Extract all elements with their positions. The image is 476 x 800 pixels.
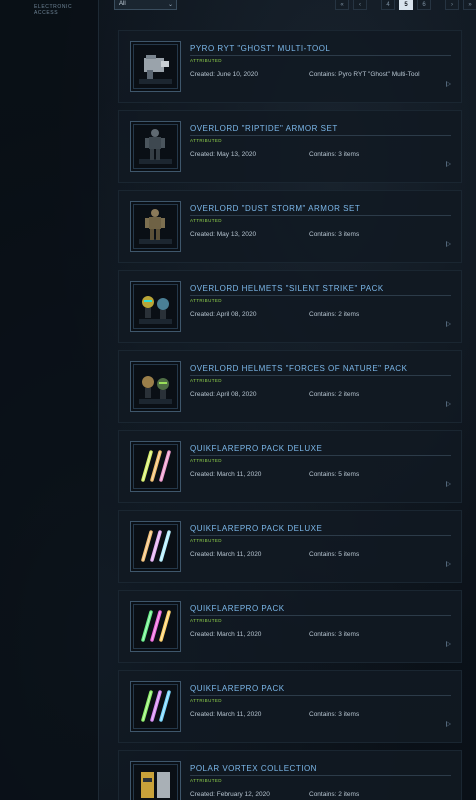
- attributed-badge: ATTRIBUTED: [190, 218, 222, 223]
- contains-info: Contains: 3 items: [309, 231, 360, 238]
- pagination: « ‹ 4 5 6 › »: [335, 0, 476, 11]
- divider: [190, 695, 451, 696]
- play-arrow-icon[interactable]: [446, 321, 451, 327]
- page-button-4[interactable]: 4: [381, 0, 395, 10]
- item-card[interactable]: QUIKFLAREPRO PACK DELUXE ATTRIBUTED Create…: [118, 430, 462, 503]
- item-title[interactable]: QUIKFLAREPRO PACK: [190, 604, 285, 613]
- divider: [190, 535, 451, 536]
- divider: [190, 455, 451, 456]
- item-list: PYRO RYT "GHOST" MULTI-TOOL ATTRIBUTED Cre…: [118, 30, 462, 800]
- created-date: Created: April 08, 2020: [190, 391, 257, 398]
- attributed-badge: ATTRIBUTED: [190, 378, 222, 383]
- attributed-badge: ATTRIBUTED: [190, 298, 222, 303]
- item-thumbnail[interactable]: [130, 201, 181, 252]
- item-card[interactable]: POLAR VORTEX COLLECTION ATTRIBUTED Created…: [118, 750, 462, 800]
- contains-info: Contains: 3 items: [309, 711, 360, 718]
- filter-value: All: [119, 1, 126, 7]
- pagination-spacer: [435, 0, 441, 10]
- attributed-badge: ATTRIBUTED: [190, 538, 222, 543]
- item-thumbnail[interactable]: [130, 601, 181, 652]
- item-thumbnail[interactable]: [130, 761, 181, 800]
- item-card[interactable]: OVERLORD "DUST STORM" ARMOR SET ATTRIBUTE…: [118, 190, 462, 263]
- divider: [190, 215, 451, 216]
- created-date: Created: June 10, 2020: [190, 71, 258, 78]
- contains-info: Contains: 2 items: [309, 391, 360, 398]
- item-thumbnail[interactable]: [130, 121, 181, 172]
- last-page-button[interactable]: »: [463, 0, 476, 10]
- created-date: Created: March 11, 2020: [190, 711, 262, 718]
- item-title[interactable]: OVERLORD "DUST STORM" ARMOR SET: [190, 204, 360, 213]
- item-thumbnail[interactable]: [130, 41, 181, 92]
- play-arrow-icon[interactable]: [446, 721, 451, 727]
- item-title[interactable]: PYRO RYT "GHOST" MULTI-TOOL: [190, 44, 330, 53]
- item-card[interactable]: OVERLORD "RIPTIDE" ARMOR SET ATTRIBUTED Cr…: [118, 110, 462, 183]
- page-button-6[interactable]: 6: [417, 0, 431, 10]
- divider: [190, 375, 451, 376]
- divider: [190, 775, 451, 776]
- next-page-button[interactable]: ›: [445, 0, 459, 10]
- item-title[interactable]: QUIKFLAREPRO PACK DELUXE: [190, 524, 322, 533]
- created-date: Created: May 13, 2020: [190, 151, 257, 158]
- created-date: Created: March 11, 2020: [190, 551, 262, 558]
- item-title[interactable]: OVERLORD HELMETS "SILENT STRIKE" PACK: [190, 284, 384, 293]
- attributed-badge: ATTRIBUTED: [190, 618, 222, 623]
- created-date: Created: March 11, 2020: [190, 471, 262, 478]
- attributed-badge: ATTRIBUTED: [190, 458, 222, 463]
- chevron-down-icon: ⌄: [167, 2, 173, 8]
- play-arrow-icon[interactable]: [446, 241, 451, 247]
- divider: [190, 55, 451, 56]
- contains-info: Contains: Pyro RYT "Ghost" Multi-Tool: [309, 71, 420, 78]
- play-arrow-icon[interactable]: [446, 641, 451, 647]
- item-title[interactable]: QUIKFLAREPRO PACK DELUXE: [190, 444, 322, 453]
- play-arrow-icon[interactable]: [446, 401, 451, 407]
- contains-info: Contains: 5 items: [309, 471, 360, 478]
- item-card[interactable]: OVERLORD HELMETS "FORCES OF NATURE" PACK…: [118, 350, 462, 423]
- contains-info: Contains: 2 items: [309, 311, 360, 318]
- sidebar: ELECTRONIC ACCESS: [0, 0, 99, 800]
- play-arrow-icon[interactable]: [446, 481, 451, 487]
- divider: [190, 615, 451, 616]
- item-card[interactable]: QUIKFLAREPRO PACK ATTRIBUTED Created: Marc…: [118, 670, 462, 743]
- attributed-badge: ATTRIBUTED: [190, 58, 222, 63]
- created-date: Created: March 11, 2020: [190, 631, 262, 638]
- item-title[interactable]: POLAR VORTEX COLLECTION: [190, 764, 317, 773]
- item-thumbnail[interactable]: [130, 441, 181, 492]
- item-card[interactable]: OVERLORD HELMETS "SILENT STRIKE" PACK ATT…: [118, 270, 462, 343]
- created-date: Created: February 12, 2020: [190, 791, 270, 798]
- sidebar-label: ELECTRONIC ACCESS: [34, 4, 73, 16]
- contains-info: Contains: 3 items: [309, 151, 360, 158]
- prev-page-button[interactable]: ‹: [353, 0, 367, 10]
- created-date: Created: April 08, 2020: [190, 311, 257, 318]
- item-thumbnail[interactable]: [130, 681, 181, 732]
- pagination-spacer: [371, 0, 377, 10]
- item-card[interactable]: PYRO RYT "GHOST" MULTI-TOOL ATTRIBUTED Cre…: [118, 30, 462, 103]
- created-date: Created: May 13, 2020: [190, 231, 257, 238]
- play-arrow-icon[interactable]: [446, 81, 451, 87]
- attributed-badge: ATTRIBUTED: [190, 778, 222, 783]
- item-card[interactable]: QUIKFLAREPRO PACK ATTRIBUTED Created: Marc…: [118, 590, 462, 663]
- contains-info: Contains: 5 items: [309, 551, 360, 558]
- first-page-button[interactable]: «: [335, 0, 349, 10]
- item-thumbnail[interactable]: [130, 281, 181, 332]
- item-card[interactable]: QUIKFLAREPRO PACK DELUXE ATTRIBUTED Create…: [118, 510, 462, 583]
- item-title[interactable]: OVERLORD "RIPTIDE" ARMOR SET: [190, 124, 338, 133]
- attributed-badge: ATTRIBUTED: [190, 138, 222, 143]
- contains-info: Contains: 3 items: [309, 631, 360, 638]
- attributed-badge: ATTRIBUTED: [190, 698, 222, 703]
- play-arrow-icon[interactable]: [446, 161, 451, 167]
- filter-select[interactable]: All ⌄: [114, 0, 177, 10]
- item-title[interactable]: OVERLORD HELMETS "FORCES OF NATURE" PACK: [190, 364, 407, 373]
- item-thumbnail[interactable]: [130, 361, 181, 412]
- item-thumbnail[interactable]: [130, 521, 181, 572]
- play-arrow-icon[interactable]: [446, 561, 451, 567]
- contains-info: Contains: 2 items: [309, 791, 360, 798]
- item-title[interactable]: QUIKFLAREPRO PACK: [190, 684, 285, 693]
- divider: [190, 295, 451, 296]
- divider: [190, 135, 451, 136]
- page-button-5-current[interactable]: 5: [399, 0, 413, 10]
